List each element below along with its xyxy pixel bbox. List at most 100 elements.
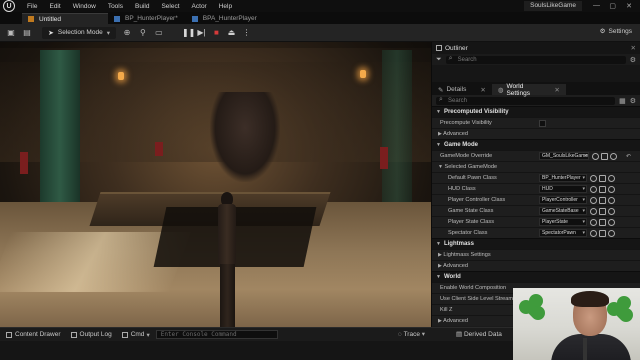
save-icon[interactable]: ▣ bbox=[6, 28, 16, 38]
eject-icon[interactable]: ⏏ bbox=[227, 28, 236, 37]
level-viewport[interactable] bbox=[0, 42, 431, 327]
add-icon[interactable] bbox=[608, 185, 615, 193]
close-icon[interactable]: ✕ bbox=[631, 44, 636, 52]
section-world[interactable]: ▼ World bbox=[432, 271, 640, 282]
row-actions bbox=[590, 174, 615, 182]
tab-bpa-hunterplayer[interactable]: BPA_HunterPlayer bbox=[186, 13, 265, 24]
browse-icon[interactable] bbox=[590, 174, 597, 182]
close-icon[interactable]: ✕ bbox=[480, 86, 485, 94]
close-icon[interactable]: ✕ bbox=[554, 86, 559, 94]
cmd-dropdown[interactable]: Cmd ▾ bbox=[121, 331, 150, 339]
section-game-mode[interactable]: ▼ Game Mode bbox=[432, 139, 640, 150]
add-actor-icon[interactable]: ⊕ bbox=[122, 28, 132, 38]
maximize-icon[interactable]: ▢ bbox=[609, 2, 616, 10]
console-input[interactable]: Enter Console Command bbox=[155, 330, 278, 339]
menu-file[interactable]: File bbox=[27, 3, 37, 10]
boss-creature[interactable] bbox=[210, 92, 280, 182]
player-character[interactable] bbox=[215, 192, 239, 327]
spectator-select[interactable]: SpectatorPawn bbox=[539, 229, 587, 237]
row-label: ▼ Selected GameMode bbox=[438, 164, 498, 170]
add-icon[interactable] bbox=[608, 196, 615, 204]
tab-bp-hunterplayer[interactable]: BP_HunterPlayer* bbox=[108, 13, 186, 24]
menu-edit[interactable]: Edit bbox=[49, 3, 60, 10]
row-advanced[interactable]: ▶ Advanced bbox=[432, 128, 640, 139]
settings-button[interactable]: ⚙ Settings bbox=[599, 27, 633, 36]
row-lightmass-settings[interactable]: ▶ Lightmass Settings bbox=[432, 249, 640, 260]
row-advanced[interactable]: ▶ Advanced bbox=[432, 260, 640, 271]
trace-dropdown[interactable]: ◌ Trace ▾ bbox=[398, 330, 425, 338]
shamrock-decoration bbox=[516, 291, 549, 324]
browse-icon[interactable] bbox=[590, 229, 597, 237]
gear-icon: ⚙ bbox=[599, 28, 606, 35]
menu-actor[interactable]: Actor bbox=[192, 3, 207, 10]
folder-icon[interactable] bbox=[599, 218, 606, 226]
folder-icon[interactable] bbox=[599, 174, 606, 182]
section-title: Precomputed Visibility bbox=[443, 109, 509, 115]
section-precomputed-visibility[interactable]: ▼ Precomputed Visibility bbox=[432, 106, 640, 117]
section-lightmass[interactable]: ▼ Lightmass bbox=[432, 238, 640, 249]
content-icon[interactable]: ▤ bbox=[22, 28, 32, 38]
default-pawn-select[interactable]: BP_HunterPlayer bbox=[539, 174, 587, 182]
right-panel: Outliner ✕ ⏷ Search ⚙ ✎ Details ✕ ◍ Worl… bbox=[431, 42, 640, 327]
frame-skip-icon[interactable]: ▶| bbox=[197, 28, 206, 37]
browse-icon[interactable] bbox=[590, 185, 597, 193]
add-icon[interactable] bbox=[608, 229, 615, 237]
stop-icon[interactable]: ■ bbox=[212, 28, 221, 37]
caret-down-icon: ▼ bbox=[436, 241, 441, 247]
grid-view-icon[interactable]: ▦ bbox=[619, 97, 626, 105]
tab-details[interactable]: ✎ Details ✕ bbox=[432, 84, 492, 95]
section-title: World bbox=[443, 274, 461, 280]
close-icon[interactable]: ✕ bbox=[626, 2, 632, 10]
menu-window[interactable]: Window bbox=[73, 3, 96, 10]
tab-world-settings[interactable]: ◍ World Settings ✕ bbox=[491, 83, 566, 97]
reset-icon[interactable]: ↶ bbox=[626, 153, 631, 160]
output-log-button[interactable]: Output Log bbox=[70, 331, 112, 338]
folder-icon[interactable] bbox=[599, 207, 606, 215]
browse-icon[interactable] bbox=[590, 218, 597, 226]
more-options-icon[interactable]: ⋮ bbox=[242, 28, 251, 37]
folder-icon[interactable] bbox=[599, 196, 606, 204]
folder-icon[interactable] bbox=[601, 152, 608, 160]
menu-select[interactable]: Select bbox=[161, 3, 179, 10]
hud-class-select[interactable]: HUD bbox=[539, 185, 587, 193]
row-actions bbox=[590, 185, 615, 193]
row-selected-gamemode[interactable]: ▼ Selected GameMode bbox=[432, 161, 640, 172]
menu-help[interactable]: Help bbox=[219, 3, 232, 10]
row-label: ▶ Advanced bbox=[438, 318, 468, 324]
add-icon[interactable] bbox=[610, 152, 617, 160]
gamemode-override-select[interactable]: GM_SoulsLikeGame bbox=[539, 152, 589, 160]
game-state-select[interactable]: GameStateBase bbox=[539, 207, 587, 215]
blueprint-menu-icon[interactable]: ⚲ bbox=[138, 28, 148, 38]
browse-icon[interactable] bbox=[590, 207, 597, 215]
filter-icon[interactable]: ⏷ bbox=[436, 56, 442, 64]
player-state-select[interactable]: PlayerState bbox=[539, 218, 587, 226]
minimize-icon[interactable]: — bbox=[593, 2, 600, 9]
gear-icon[interactable]: ⚙ bbox=[630, 56, 636, 64]
gear-icon[interactable]: ⚙ bbox=[630, 97, 636, 105]
precompute-visibility-checkbox[interactable] bbox=[539, 119, 546, 127]
selection-mode-dropdown[interactable]: ➤ Selection Mode ▾ bbox=[42, 26, 116, 39]
menu-build[interactable]: Build bbox=[135, 3, 149, 10]
add-icon[interactable] bbox=[608, 207, 615, 215]
menu-tools[interactable]: Tools bbox=[108, 3, 123, 10]
derived-data-button[interactable]: ▤ Derived Data bbox=[456, 330, 502, 338]
folder-icon[interactable] bbox=[599, 185, 606, 193]
pause-icon[interactable]: ❚❚ bbox=[182, 28, 195, 37]
folder-icon[interactable] bbox=[599, 229, 606, 237]
content-drawer-button[interactable]: Content Drawer bbox=[6, 331, 61, 338]
browse-icon[interactable] bbox=[590, 196, 597, 204]
settings-label: Settings bbox=[608, 27, 633, 35]
outliner-list[interactable] bbox=[432, 65, 640, 82]
tab-untitled[interactable]: Untitled bbox=[22, 13, 108, 24]
browse-icon[interactable] bbox=[592, 152, 599, 160]
cinematics-icon[interactable]: ▭ bbox=[154, 28, 164, 38]
outliner-search-input[interactable]: Search bbox=[445, 55, 626, 64]
row-label: ▶ Advanced bbox=[438, 263, 468, 269]
add-icon[interactable] bbox=[608, 218, 615, 226]
row-default-pawn: Default Pawn Class BP_HunterPlayer bbox=[432, 172, 640, 183]
details-search-input[interactable]: Search bbox=[436, 96, 616, 105]
player-controller-select[interactable]: PlayerController bbox=[539, 196, 587, 204]
section-title: Lightmass bbox=[443, 241, 474, 247]
unreal-logo-icon[interactable]: U bbox=[3, 0, 15, 12]
add-icon[interactable] bbox=[608, 174, 615, 182]
